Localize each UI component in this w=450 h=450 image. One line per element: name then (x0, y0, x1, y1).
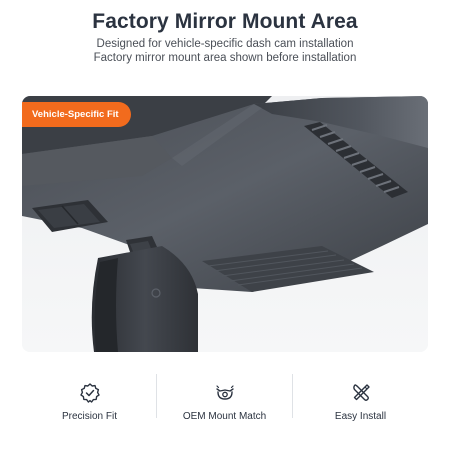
tools-icon (350, 382, 372, 404)
subtitle-line-1: Designed for vehicle-specific dash cam i… (96, 38, 354, 50)
product-infographic: Factory Mirror Mount Area Designed for v… (0, 0, 450, 450)
subtitle-line-2: Factory mirror mount area shown before i… (93, 52, 357, 64)
vehicle-fit-badge: Vehicle-Specific Fit (22, 102, 131, 127)
mirror-mount-photo (22, 96, 428, 352)
feature-label: Easy Install (334, 411, 387, 422)
feature-easy-install: Easy Install (293, 372, 428, 422)
feature-label: OEM Mount Match (182, 411, 267, 422)
feature-row: Precision Fit OEM Mount Match Easy Insta… (22, 372, 428, 422)
page-title: Factory Mirror Mount Area (92, 10, 358, 33)
feature-oem-mount-match: OEM Mount Match (157, 372, 292, 422)
mirror-mount-illustration (22, 96, 428, 352)
badge-check-icon (79, 382, 101, 404)
feature-precision-fit: Precision Fit (22, 372, 157, 422)
feature-label: Precision Fit (61, 411, 117, 422)
camera-lens-icon (214, 382, 236, 404)
